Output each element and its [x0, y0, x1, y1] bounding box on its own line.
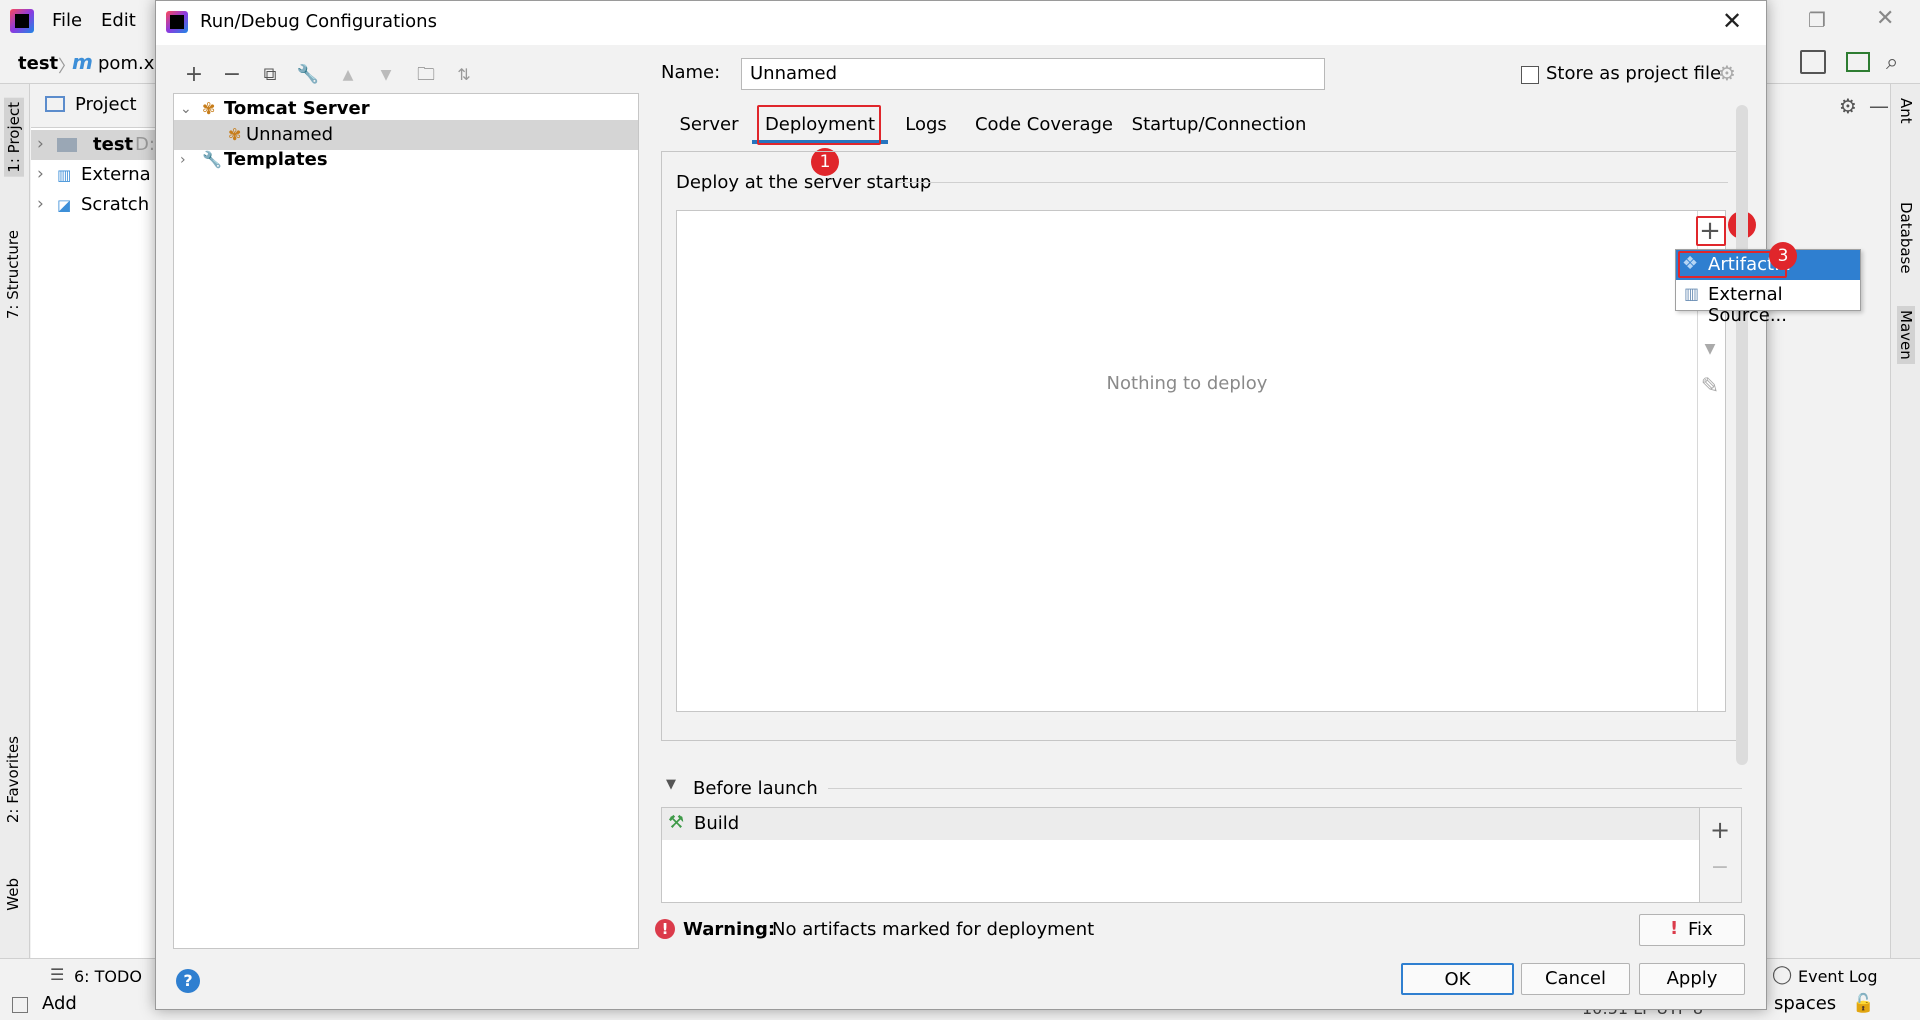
window-restore-icon[interactable]: ❐: [1808, 8, 1826, 32]
status-todo[interactable]: 6: TODO: [74, 967, 142, 986]
edit-defaults-wrench-icon[interactable]: 🔧: [296, 63, 320, 87]
section-divider: [898, 182, 1728, 183]
add-config-icon[interactable]: +: [182, 63, 206, 87]
folder-icon: [57, 138, 77, 152]
right-tool-strip: ⚙ — Ant Database Maven: [1839, 84, 1920, 958]
gear-icon[interactable]: ⚙: [1718, 61, 1736, 85]
tab-startup-connection[interactable]: Startup/Connection: [1124, 106, 1314, 144]
config-tree: ⌄ ✾ Tomcat Server ✾ Unnamed › 🔧 Template…: [173, 93, 639, 949]
breadcrumb-file[interactable]: pom.xi: [98, 53, 159, 74]
tool-tab-structure[interactable]: 7: Structure: [4, 230, 22, 319]
event-log-icon: ◯: [1772, 964, 1793, 985]
menu-item-external-source[interactable]: ▥ External Source...: [1676, 280, 1860, 326]
wrench-icon: 🔧: [202, 150, 222, 169]
name-input[interactable]: Unnamed: [741, 58, 1325, 90]
external-source-icon: ▥: [1684, 284, 1700, 303]
todo-icon: ☰: [50, 965, 65, 984]
project-structure-icon[interactable]: [1800, 50, 1826, 74]
menu-file[interactable]: File: [52, 10, 82, 31]
scratch-icon: ◪: [57, 196, 72, 214]
tool-tab-project[interactable]: 1: Project: [4, 98, 24, 177]
project-panel-header: Project: [31, 84, 156, 128]
remove-config-icon[interactable]: −: [220, 63, 244, 87]
name-label: Name:: [661, 62, 721, 83]
highlight-add-button: [1696, 216, 1726, 246]
move-down-icon[interactable]: ▼: [374, 63, 398, 87]
project-tab-label[interactable]: Project: [75, 94, 137, 115]
warning-icon: !: [655, 919, 675, 939]
menu-edit[interactable]: Edit: [101, 10, 136, 31]
tool-tab-ant[interactable]: Ant: [1897, 98, 1915, 124]
lock-icon[interactable]: 🔓: [1852, 993, 1874, 1014]
left-tool-strip: 1: Project 7: Structure 2: Favorites Web: [0, 84, 30, 958]
tool-tab-favorites[interactable]: 2: Favorites: [4, 736, 22, 823]
remove-task-icon[interactable]: −: [1704, 852, 1736, 884]
before-launch-collapse-icon[interactable]: ▼: [666, 777, 676, 792]
before-launch-title[interactable]: Before launch: [693, 778, 818, 799]
tool-window-settings-icon[interactable]: ⚙: [1839, 94, 1857, 118]
dialog-close-icon[interactable]: ✕: [1722, 7, 1742, 35]
store-project-label[interactable]: Store as project file: [1546, 63, 1721, 84]
status-event-log[interactable]: Event Log: [1798, 967, 1878, 986]
before-launch-list: ⚒ Build: [661, 807, 1700, 903]
fix-button[interactable]: ! Fix: [1639, 914, 1745, 946]
status-message: Add: [42, 993, 77, 1014]
breadcrumb-project[interactable]: test: [18, 53, 58, 74]
deploy-list[interactable]: Nothing to deploy: [676, 210, 1726, 712]
tab-code-coverage[interactable]: Code Coverage: [964, 106, 1124, 144]
copy-config-icon[interactable]: ⧉: [258, 63, 282, 87]
library-icon: ▥: [57, 166, 72, 184]
tree-item-templates[interactable]: › 🔧 Templates: [174, 145, 638, 175]
hammer-icon: ⚒: [668, 812, 685, 833]
help-icon[interactable]: ?: [176, 969, 200, 993]
list-item-build[interactable]: ⚒ Build: [662, 808, 1699, 840]
window-close-icon[interactable]: ✕: [1876, 6, 1894, 31]
dialog-title: Run/Debug Configurations: [200, 11, 437, 32]
tool-window-minimize-icon[interactable]: —: [1869, 94, 1889, 118]
add-task-icon[interactable]: +: [1704, 814, 1736, 846]
status-indent[interactable]: spaces: [1774, 993, 1836, 1014]
dialog-title-bar: Run/Debug Configurations ✕: [156, 1, 1766, 45]
tool-tab-database[interactable]: Database: [1897, 202, 1915, 274]
status-checkbox-icon: [12, 997, 28, 1013]
tab-server[interactable]: Server: [664, 106, 754, 144]
highlight-deployment-tab: [757, 105, 881, 145]
intellij-logo: [166, 11, 188, 33]
settings-scrollbar[interactable]: [1736, 105, 1748, 765]
project-tree-row[interactable]: › ◪ Scratch: [31, 190, 156, 220]
tab-logs[interactable]: Logs: [888, 106, 964, 144]
store-project-checkbox[interactable]: [1521, 66, 1539, 84]
search-icon[interactable]: ⌕: [1886, 50, 1898, 75]
project-view-icon: [45, 96, 65, 112]
warning-text: No artifacts marked for deployment: [772, 919, 1095, 940]
empty-state-text: Nothing to deploy: [1106, 373, 1268, 394]
section-divider: [828, 788, 1742, 789]
ok-button[interactable]: OK: [1401, 963, 1514, 995]
chevron-right-icon[interactable]: ›: [180, 145, 186, 175]
intellij-logo: [10, 9, 34, 33]
maven-file-icon: m: [72, 50, 93, 74]
move-up-icon[interactable]: ▲: [336, 63, 360, 87]
new-folder-icon[interactable]: 🗀: [414, 63, 438, 87]
tool-tab-maven[interactable]: Maven: [1897, 306, 1915, 364]
run-debug-dialog: Run/Debug Configurations ✕ + − ⧉ 🔧 ▲ ▼ 🗀…: [155, 0, 1861, 1010]
deployment-panel: Deploy at the server startup Nothing to …: [661, 151, 1742, 741]
project-tree-row[interactable]: › test D:: [31, 130, 156, 160]
move-down-deploy-icon[interactable]: ▼: [1694, 333, 1726, 365]
project-panel: Project › test D: › ▥ Externa › ◪ Scratc…: [31, 84, 156, 958]
sort-icon[interactable]: ⇅: [452, 63, 476, 87]
step-badge-3: 3: [1769, 242, 1797, 270]
cancel-button[interactable]: Cancel: [1521, 963, 1630, 995]
deploy-section-title: Deploy at the server startup: [676, 172, 932, 193]
tool-tab-web[interactable]: Web: [4, 878, 22, 911]
warning-label: Warning:: [683, 919, 776, 940]
before-launch-toolbar: + −: [1700, 807, 1742, 903]
edit-deploy-pencil-icon[interactable]: ✎: [1694, 371, 1726, 403]
apply-button[interactable]: Apply: [1639, 963, 1745, 995]
project-tree-row[interactable]: › ▥ Externa: [31, 160, 156, 190]
fix-bulb-icon: !: [1670, 918, 1679, 939]
run-config-icon[interactable]: [1846, 52, 1870, 72]
